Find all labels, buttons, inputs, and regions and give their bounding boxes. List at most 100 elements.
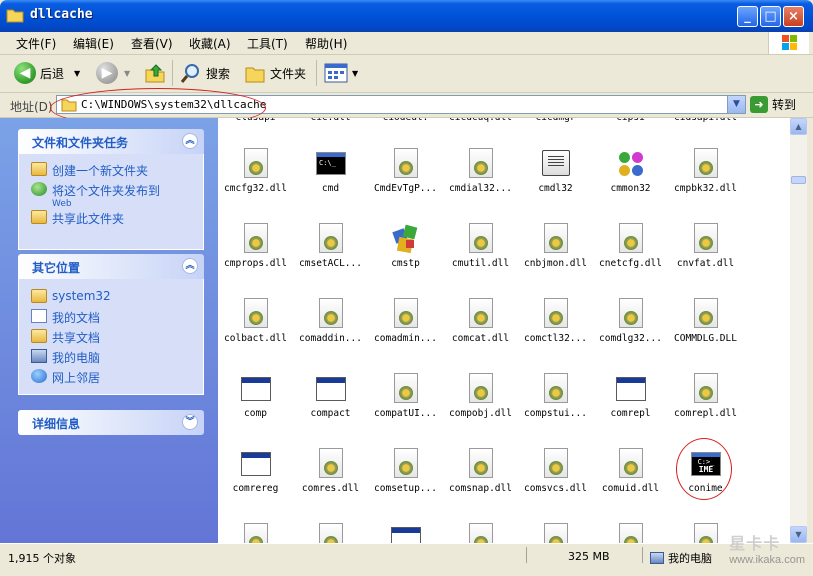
file-item[interactable]: comres.dll <box>293 448 368 523</box>
place-system32[interactable]: system32 <box>31 289 111 303</box>
file-item[interactable]: comcat.dll <box>443 298 518 373</box>
file-item[interactable]: compobj.dll <box>443 373 518 448</box>
file-item-partial[interactable] <box>593 523 668 543</box>
file-item[interactable]: cmd <box>293 148 368 223</box>
views-dropdown-icon[interactable]: ▼ <box>352 69 358 78</box>
file-item[interactable]: comrepl <box>593 373 668 448</box>
file-item[interactable]: compstui... <box>518 373 593 448</box>
file-item[interactable]: cmutil.dll <box>443 223 518 298</box>
file-item-partial[interactable] <box>218 523 293 543</box>
file-item[interactable]: comsnap.dll <box>443 448 518 523</box>
file-name-partial[interactable]: ciodeul. <box>368 118 443 123</box>
chevron-down-icon[interactable]: ︾ <box>182 414 198 430</box>
file-item[interactable]: cnetcfg.dll <box>593 223 668 298</box>
file-item[interactable]: comp <box>218 373 293 448</box>
file-name: compobj.dll <box>449 408 512 419</box>
watermark-url: www.ikaka.com <box>729 554 805 566</box>
file-item-partial[interactable] <box>293 523 368 543</box>
file-item[interactable]: comsvcs.dll <box>518 448 593 523</box>
chevron-up-icon[interactable]: ︽ <box>182 133 198 149</box>
file-tasks-body: 创建一个新文件夹 将这个文件夹发布到 Web 共享此文件夹 <box>18 154 204 250</box>
file-item[interactable]: cmdial32... <box>443 148 518 223</box>
file-item-partial[interactable] <box>368 523 443 543</box>
dll-file-icon <box>240 223 272 255</box>
task-share-folder[interactable]: 共享此文件夹 <box>31 210 124 227</box>
file-item[interactable]: cmsetACL... <box>293 223 368 298</box>
file-item[interactable]: comdlg32... <box>593 298 668 373</box>
back-button[interactable]: ◀ 后退 ▼ <box>14 62 80 84</box>
file-item[interactable]: comrepl.dll <box>668 373 743 448</box>
vertical-scrollbar[interactable]: ▲ ▼ <box>790 118 807 543</box>
file-item[interactable]: COMMDLG.DLL <box>668 298 743 373</box>
file-item[interactable]: CmdEvTgP... <box>368 148 443 223</box>
task-label: 共享此文件夹 <box>52 212 125 226</box>
forward-button[interactable]: ▶ ▼ <box>96 62 130 84</box>
task-pane: 文件和文件夹任务 ︽ 创建一个新文件夹 将这个文件夹发布到Web 共享此文件夹 <box>0 118 218 543</box>
file-item[interactable]: cmstp <box>368 223 443 298</box>
scroll-up-icon[interactable]: ▲ <box>790 118 807 135</box>
file-item[interactable]: comaddin... <box>293 298 368 373</box>
scroll-thumb[interactable] <box>791 176 806 184</box>
file-item[interactable]: compact <box>293 373 368 448</box>
file-item[interactable]: comadmin... <box>368 298 443 373</box>
menu-help[interactable]: 帮助(H) <box>305 35 347 52</box>
file-item[interactable]: colbact.dll <box>218 298 293 373</box>
file-name-partial[interactable]: cic.dll <box>293 118 368 123</box>
forward-dropdown-icon[interactable]: ▼ <box>124 69 130 78</box>
up-folder-button[interactable] <box>144 62 166 84</box>
file-item[interactable]: cmmon32 <box>593 148 668 223</box>
file-item-partial[interactable] <box>518 523 593 543</box>
search-button[interactable]: 搜索 <box>180 62 230 84</box>
file-name-partial[interactable]: cicdcuq.dll <box>443 118 518 123</box>
minimize-button[interactable]: _ <box>737 6 758 27</box>
file-name: comrepl.dll <box>674 408 737 419</box>
menu-view[interactable]: 查看(V) <box>131 35 173 52</box>
place-my-documents[interactable]: 我的文档 <box>31 309 100 326</box>
file-name-partial[interactable]: cicdmgr <box>518 118 593 123</box>
file-item[interactable]: cmcfg32.dll <box>218 148 293 223</box>
menu-tools[interactable]: 工具(T) <box>247 35 288 52</box>
close-button[interactable]: × <box>783 6 804 27</box>
file-item[interactable]: cmpbk32.dll <box>668 148 743 223</box>
place-shared-documents[interactable]: 共享文档 <box>31 329 100 346</box>
details-panel: 详细信息 ︾ <box>18 410 204 435</box>
file-name-partial[interactable]: cipsi <box>593 118 668 123</box>
details-header[interactable]: 详细信息 ︾ <box>18 410 204 435</box>
chevron-up-icon[interactable]: ︽ <box>182 258 198 274</box>
file-item[interactable]: cmdl32 <box>518 148 593 223</box>
file-tasks-header[interactable]: 文件和文件夹任务 ︽ <box>18 129 204 154</box>
file-name: cmpbk32.dll <box>674 183 737 194</box>
file-item[interactable]: cmprops.dll <box>218 223 293 298</box>
views-button[interactable]: ▼ <box>324 62 358 84</box>
place-my-computer[interactable]: 我的电脑 <box>31 349 100 366</box>
file-item[interactable]: cnbjmon.dll <box>518 223 593 298</box>
file-item[interactable]: cnvfat.dll <box>668 223 743 298</box>
dll-file-icon <box>315 298 347 330</box>
file-name: cmprops.dll <box>224 258 287 269</box>
file-item[interactable]: comrereg <box>218 448 293 523</box>
file-item[interactable]: compatUI... <box>368 373 443 448</box>
file-name-partial[interactable]: cidsapi.dll <box>668 118 743 123</box>
back-dropdown-icon[interactable]: ▼ <box>74 69 80 78</box>
file-name-partial[interactable]: clusapi <box>218 118 293 123</box>
file-item[interactable]: comsetup... <box>368 448 443 523</box>
file-item[interactable]: comctl32... <box>518 298 593 373</box>
title-bar[interactable]: dllcache _ □ × <box>0 0 813 32</box>
place-network[interactable]: 网上邻居 <box>31 369 100 386</box>
file-item-partial[interactable] <box>443 523 518 543</box>
menu-file[interactable]: 文件(F) <box>16 35 56 52</box>
shared-documents-icon <box>31 329 47 343</box>
task-label: 将这个文件夹发布到 Web <box>52 182 160 209</box>
go-button[interactable]: ➜ 转到 <box>750 96 796 113</box>
maximize-button[interactable]: □ <box>760 6 781 27</box>
explorer-window: dllcache _ □ × 文件(F) 编辑(E) 查看(V) 收藏(A) 工… <box>0 0 813 576</box>
other-places-header[interactable]: 其它位置 ︽ <box>18 254 204 279</box>
menu-favorites[interactable]: 收藏(A) <box>189 35 231 52</box>
folders-button[interactable]: 文件夹 <box>244 62 306 84</box>
task-new-folder[interactable]: 创建一个新文件夹 <box>31 162 148 179</box>
task-publish-web[interactable]: 将这个文件夹发布到 Web <box>31 182 160 209</box>
menu-edit[interactable]: 编辑(E) <box>73 35 114 52</box>
dll-file-icon <box>465 448 497 480</box>
address-dropdown-icon[interactable]: ▼ <box>727 96 745 113</box>
file-item[interactable]: comuid.dll <box>593 448 668 523</box>
